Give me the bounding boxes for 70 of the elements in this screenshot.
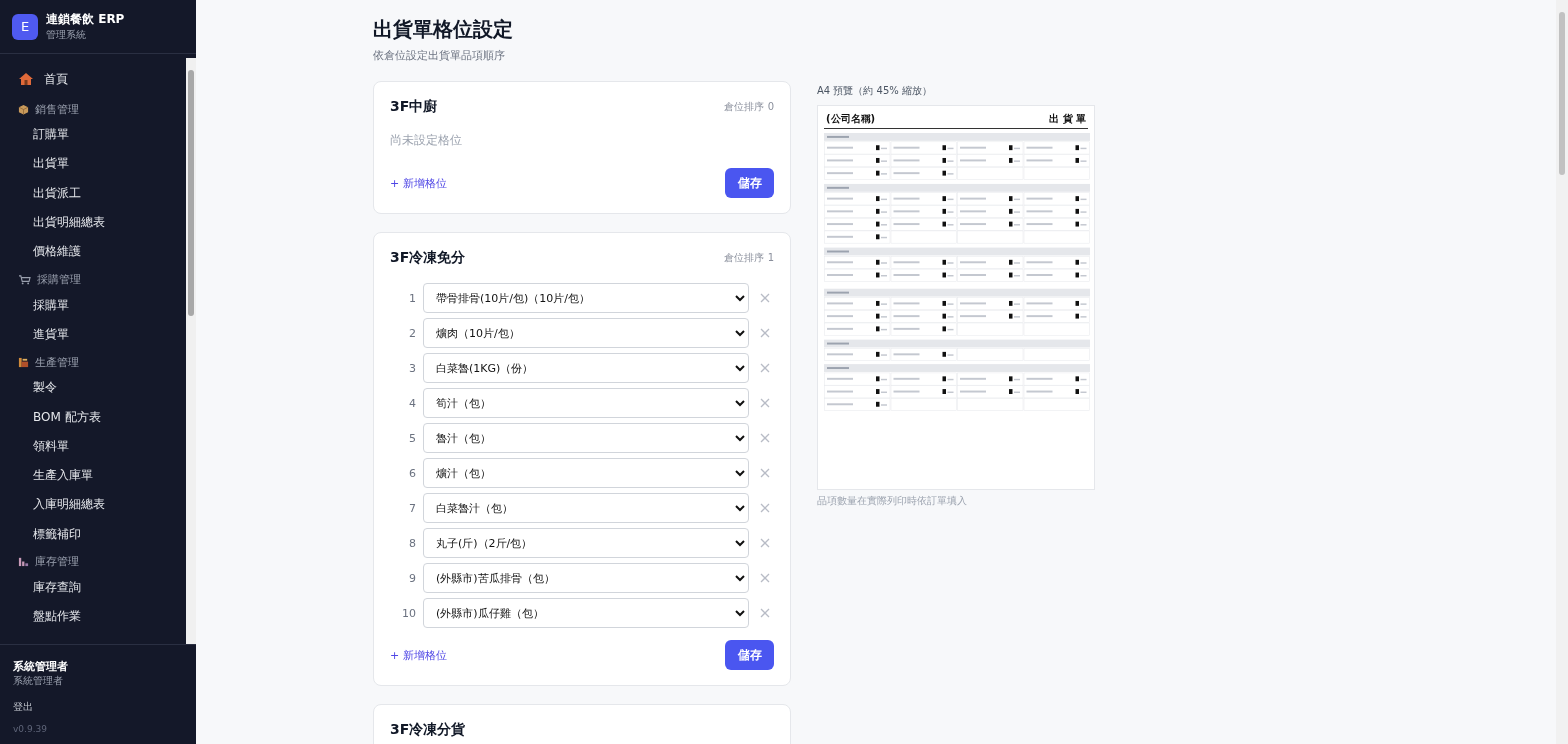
cart-icon [18, 274, 31, 285]
preview-note: 品項數量在實際列印時依訂單填入 [817, 494, 968, 508]
box-icon [18, 103, 29, 115]
slot-number: 1 [407, 291, 416, 305]
nav-item[interactable]: 出貨明細總表 [18, 207, 186, 238]
user-name: 系統管理者 [13, 659, 68, 674]
item-select[interactable]: 魯汁（包） [422, 423, 749, 453]
document-title: 出 貨 單 [1049, 112, 1086, 126]
warehouse-name: 3F中廚 [390, 98, 438, 116]
nav-item[interactable]: 採購單 [18, 290, 186, 320]
slot-number: 8 [407, 536, 416, 550]
nav-item[interactable]: 價格維護 [18, 237, 186, 267]
company-name: (公司名稱) [826, 112, 876, 126]
save-button[interactable]: 儲存 [725, 168, 774, 198]
nav-item[interactable]: 庫存查詢 [18, 572, 186, 603]
add-slot-link[interactable]: + 新增格位 [390, 175, 447, 191]
nav-item[interactable]: 製令 [18, 373, 186, 403]
user-role: 系統管理者 [13, 674, 63, 688]
empty-message: 尚未設定格位 [390, 132, 463, 149]
nav-item[interactable]: 出貨派工 [18, 178, 186, 208]
page-title: 出貨單格位設定 [373, 16, 514, 43]
app-subtitle: 管理系統 [46, 28, 87, 42]
nav-item[interactable]: 領料單 [18, 431, 186, 461]
app-name: 連鎖餐飲 ERP [46, 11, 125, 28]
slot-number: 6 [407, 466, 416, 480]
preview-caption: A4 預覽（約 45% 縮放） [817, 84, 933, 98]
nav-item[interactable]: BOM 配方表 [18, 402, 186, 432]
nav-item[interactable]: 盤點作業 [18, 602, 186, 632]
slot-number: 3 [407, 361, 416, 375]
item-select[interactable]: (外縣市)苦瓜排骨（包） [422, 563, 749, 593]
nav-section-label: 庫存管理 [35, 554, 79, 570]
slot-number: 7 [407, 501, 416, 515]
item-select[interactable]: 爌肉（10片/包） [422, 318, 749, 348]
slot-number: 4 [407, 396, 416, 410]
slot-number: 5 [407, 431, 416, 445]
item-select[interactable]: (外縣市)瓜仔雞（包） [422, 598, 749, 628]
nav-item[interactable]: 首頁 [18, 66, 186, 92]
factory-icon [18, 356, 29, 368]
item-select[interactable]: 白菜魯(1KG)（份） [422, 353, 749, 383]
item-select[interactable]: 爌汁（包） [422, 458, 749, 488]
warehouse-order: 倉位排序 1 [724, 251, 774, 265]
nav-section-label: 生產管理 [35, 354, 79, 370]
nav-item[interactable]: 標籤補印 [18, 519, 186, 549]
warehouse-order: 倉位排序 0 [724, 100, 774, 114]
nav-item[interactable]: 入庫明細總表 [18, 490, 186, 520]
slot-number: 2 [407, 326, 416, 340]
nav-section-label: 銷售管理 [35, 101, 79, 117]
save-button[interactable]: 儲存 [725, 640, 774, 670]
item-select[interactable]: 帶骨排骨(10片/包)（10片/包） [422, 283, 749, 313]
nav-item[interactable]: 進貨單 [18, 319, 186, 350]
item-select[interactable]: 白菜魯汁（包） [422, 493, 749, 523]
scrollbar[interactable] [186, 58, 196, 644]
page-subtitle: 依倉位設定出貨單品項順序 [373, 48, 506, 63]
nav-item[interactable]: 訂購單 [18, 120, 186, 150]
add-slot-link[interactable]: + 新增格位 [390, 647, 447, 663]
page-scrollbar[interactable] [1556, 0, 1568, 744]
item-select[interactable]: 筍汁（包） [422, 388, 749, 418]
house-icon [18, 71, 34, 87]
warehouse-name: 3F冷凍分貨 [390, 721, 466, 739]
logo-badge: E [12, 13, 38, 40]
nav-item[interactable]: 生產入庫單 [18, 460, 186, 491]
slot-number: 9 [407, 571, 416, 585]
logout-link[interactable]: 登出 [13, 700, 33, 714]
nav-item[interactable]: 出貨單 [18, 149, 186, 179]
warehouse-name: 3F冷凍免分 [390, 249, 466, 267]
version-label: v0.9.39 [13, 724, 47, 734]
nav-section-label: 採購管理 [37, 272, 81, 287]
item-select[interactable]: 丸子(斤)（2斤/包） [422, 528, 749, 558]
bar-chart-icon [18, 556, 29, 568]
slot-number: 10 [400, 606, 416, 620]
